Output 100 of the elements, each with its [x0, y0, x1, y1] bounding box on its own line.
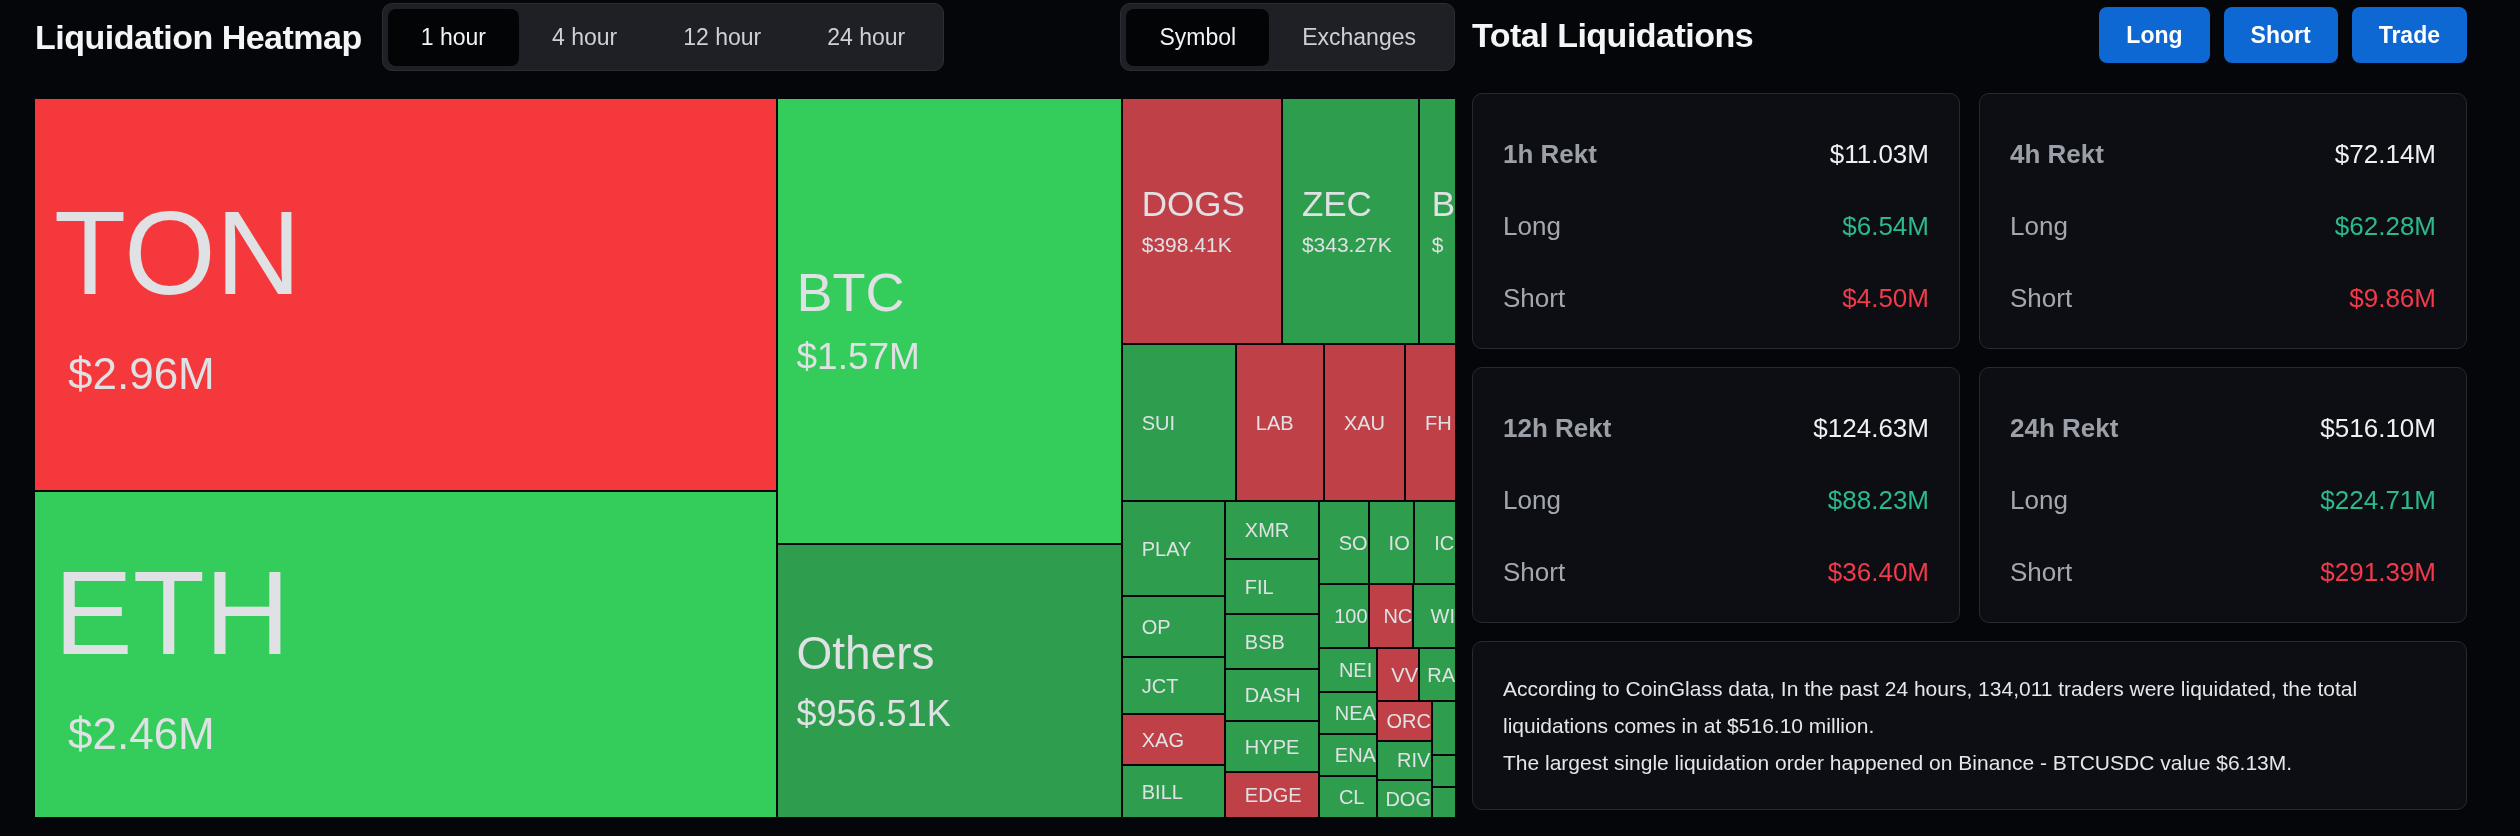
- treemap-tile[interactable]: BTC $1.57M: [777, 99, 1121, 543]
- stat-label: 12h Rekt: [1503, 412, 1612, 444]
- tile-value: $2.96M: [68, 349, 215, 400]
- treemap-tile[interactable]: EDGE: [1225, 773, 1318, 817]
- tile-symbol: ORC: [1386, 709, 1431, 732]
- tile-symbol: VV: [1391, 663, 1418, 686]
- treemap-tile[interactable]: DOGS $398.41K: [1122, 99, 1281, 343]
- long-value: $62.28M: [2334, 210, 2436, 242]
- treemap-tile[interactable]: XAU: [1324, 345, 1404, 500]
- tile-symbol: ZEC: [1301, 184, 1372, 224]
- short-value: $36.40M: [1827, 556, 1929, 588]
- treemap-tile[interactable]: CL: [1319, 777, 1376, 817]
- action-button[interactable]: Trade: [2351, 7, 2467, 63]
- short-value: $4.50M: [1842, 282, 1929, 314]
- tile-symbol: Others: [796, 628, 935, 679]
- action-button[interactable]: Long: [2099, 7, 2210, 63]
- long-value: $224.71M: [2320, 484, 2436, 516]
- treemap-tile[interactable]: IO: [1369, 502, 1414, 583]
- treemap-tile[interactable]: SO: [1319, 502, 1368, 583]
- tile-symbol: HYPE: [1244, 735, 1300, 758]
- treemap-tile[interactable]: NEI: [1319, 649, 1376, 691]
- grouping-tab[interactable]: Symbol: [1126, 8, 1270, 66]
- treemap-tile[interactable]: FH: [1405, 345, 1455, 500]
- tile-symbol: ETH: [54, 549, 290, 680]
- treemap-tile[interactable]: DASH: [1225, 670, 1318, 720]
- tile-symbol: TON: [54, 189, 301, 320]
- tile-symbol: NEA: [1334, 702, 1376, 724]
- tile-symbol: XMR: [1244, 519, 1290, 541]
- treemap-tile[interactable]: JCT: [1122, 658, 1224, 713]
- stat-label: 4h Rekt: [2010, 138, 2104, 170]
- tile-symbol: RA: [1427, 663, 1455, 686]
- timeframe-tab[interactable]: 1 hour: [387, 8, 519, 66]
- tile-symbol: WI: [1430, 605, 1455, 627]
- treemap-tile[interactable]: LAB: [1236, 345, 1323, 500]
- tile-value: $398.41K: [1141, 233, 1232, 258]
- tile-symbol: FH: [1424, 411, 1452, 434]
- treemap-tile[interactable]: XAG: [1122, 715, 1224, 764]
- treemap-tile[interactable]: NEA: [1319, 693, 1376, 733]
- tile-symbol: NC: [1383, 605, 1413, 627]
- stat-label: Long: [1503, 484, 1561, 516]
- tile-symbol: LAB: [1255, 411, 1294, 434]
- tile-symbol: BILL: [1141, 780, 1183, 803]
- treemap-tile[interactable]: [1433, 755, 1455, 786]
- treemap-tile[interactable]: ETH $2.46M: [35, 492, 776, 817]
- tile-symbol: DOG: [1385, 787, 1431, 810]
- treemap-tile[interactable]: NC: [1369, 585, 1413, 647]
- treemap-tile[interactable]: SUI: [1122, 345, 1235, 500]
- tile-symbol: SO: [1338, 531, 1368, 554]
- timeframe-tab[interactable]: 24 hour: [794, 8, 939, 66]
- treemap-tile[interactable]: FIL: [1225, 560, 1318, 613]
- total-value: $516.10M: [2320, 412, 2436, 444]
- treemap-tile[interactable]: BILL: [1122, 766, 1224, 817]
- treemap-tile[interactable]: ENA: [1319, 735, 1376, 775]
- total-value: $124.63M: [1813, 412, 1929, 444]
- total-value: $11.03M: [1829, 138, 1929, 170]
- tile-symbol: EDGE: [1244, 784, 1302, 806]
- tile-value: $2.46M: [68, 709, 215, 760]
- treemap-tile[interactable]: DOG: [1377, 780, 1431, 817]
- tile-symbol: BTC: [796, 263, 905, 323]
- tile-symbol: B: [1431, 184, 1455, 224]
- action-button[interactable]: Short: [2223, 7, 2338, 63]
- tile-symbol: NEI: [1338, 659, 1373, 681]
- tile-value: $956.51K: [796, 692, 951, 734]
- treemap-tile[interactable]: TON $2.96M: [35, 99, 776, 490]
- treemap-tile[interactable]: VV: [1377, 649, 1418, 701]
- short-value: $291.39M: [2320, 556, 2436, 588]
- tile-symbol: ENA: [1334, 744, 1376, 766]
- treemap-tile[interactable]: [1433, 787, 1455, 817]
- tile-symbol: 100: [1334, 605, 1368, 627]
- treemap-tile[interactable]: 100: [1319, 585, 1368, 647]
- treemap-tile[interactable]: ORC: [1377, 702, 1431, 740]
- treemap-tile[interactable]: PLAY: [1122, 502, 1224, 595]
- treemap-tile[interactable]: ZEC $343.27K: [1282, 99, 1418, 343]
- treemap-tile[interactable]: OP: [1122, 597, 1224, 656]
- treemap-tile[interactable]: BSB: [1225, 615, 1318, 668]
- tile-symbol: IO: [1388, 531, 1410, 554]
- stat-label: Short: [1503, 282, 1566, 314]
- summary-text: The largest single liquidation order happened on Binance - BTCUSDC value $6.13M.: [1503, 750, 2294, 776]
- stat-label: 1h Rekt: [1503, 138, 1597, 170]
- tile-symbol: BSB: [1244, 630, 1285, 653]
- heatmap-title: Liquidation Heatmap: [35, 17, 362, 57]
- treemap-tile[interactable]: XMR: [1225, 502, 1318, 558]
- treemap-tile[interactable]: WI: [1414, 585, 1455, 647]
- treemap-tile[interactable]: B $: [1419, 99, 1455, 343]
- tile-value: $: [1431, 233, 1444, 258]
- timeframe-tab[interactable]: 12 hour: [650, 8, 795, 66]
- summary-text: According to CoinGlass data, In the past 24 hours, 134,011 traders were liquidated, the total liquidations comes in at $516.10 million.: [1503, 676, 2359, 739]
- treemap-tile[interactable]: IC: [1415, 502, 1455, 583]
- tile-value: $343.27K: [1301, 233, 1392, 258]
- treemap-tile[interactable]: RIV: [1377, 741, 1431, 779]
- timeframe-tab[interactable]: 4 hour: [518, 8, 651, 66]
- treemap-tile[interactable]: HYPE: [1225, 722, 1318, 771]
- long-value: $6.54M: [1842, 210, 1929, 242]
- grouping-tab[interactable]: Exchanges: [1269, 8, 1449, 66]
- treemap-tile[interactable]: [1433, 702, 1455, 754]
- tile-symbol: CL: [1338, 786, 1365, 808]
- tile-symbol: OP: [1141, 615, 1171, 638]
- treemap-tile[interactable]: Others $956.51K: [777, 545, 1121, 817]
- tile-symbol: PLAY: [1141, 537, 1192, 560]
- treemap-tile[interactable]: RA: [1420, 649, 1455, 701]
